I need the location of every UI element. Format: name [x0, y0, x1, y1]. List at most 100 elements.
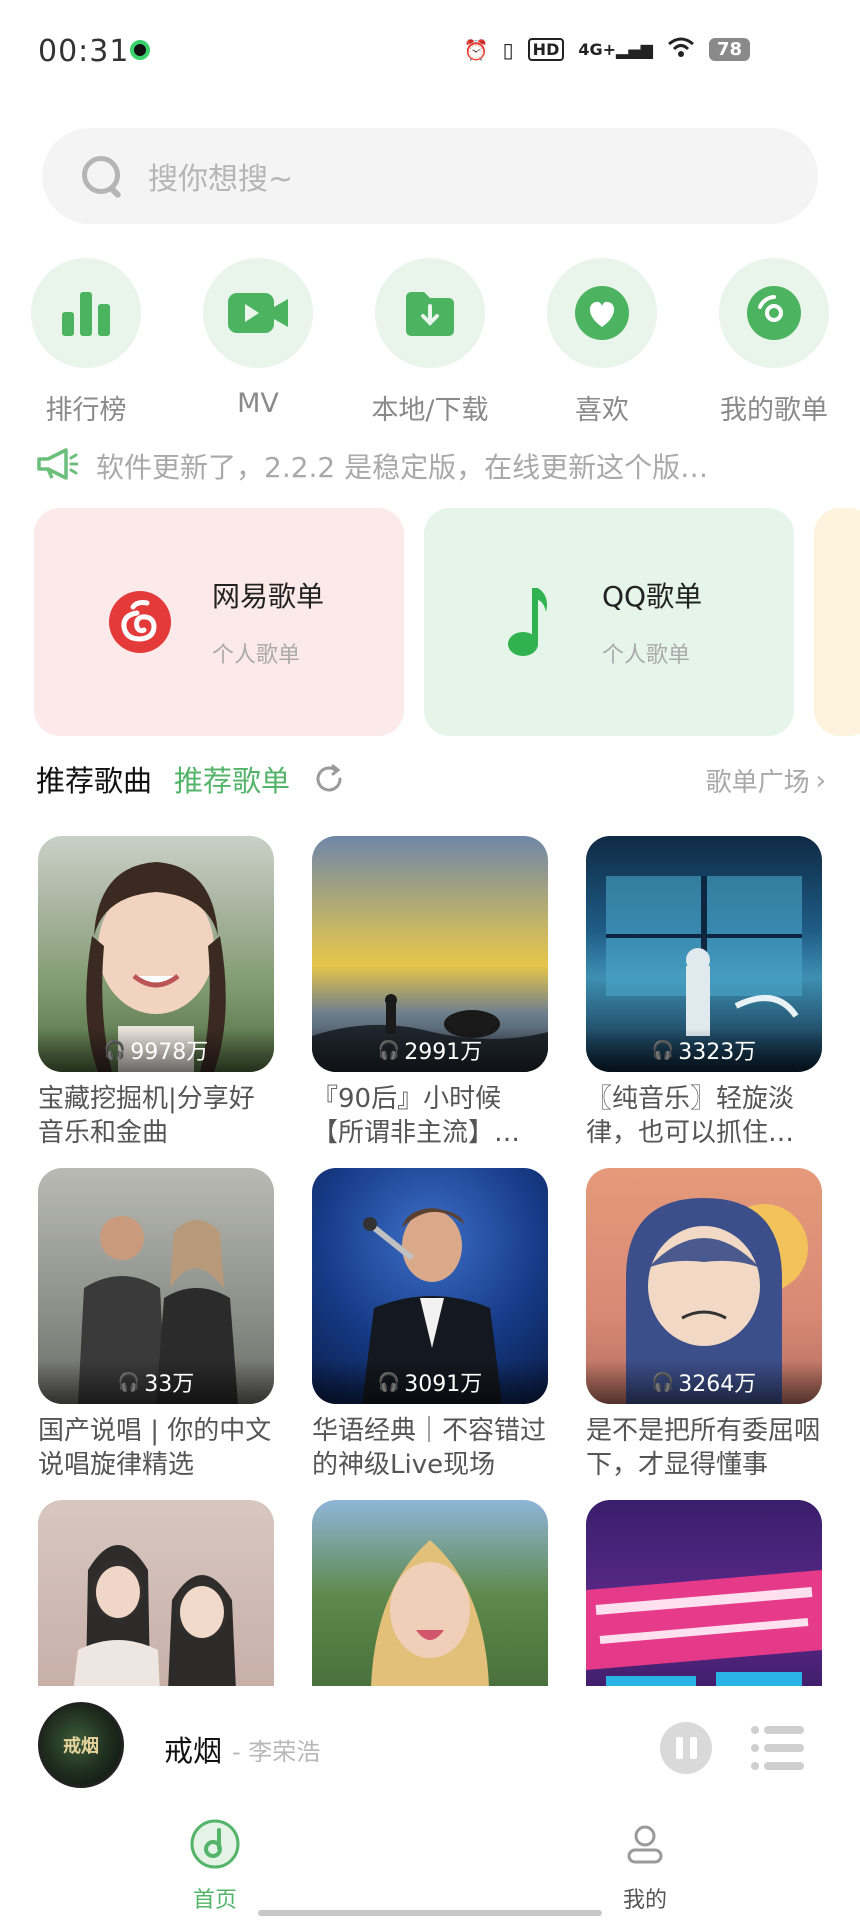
playlist-cover: 🎧 3264万: [586, 1168, 822, 1404]
headphones-icon: 🎧: [651, 1371, 675, 1393]
playlist-cover: [586, 1500, 822, 1686]
playlist-source-cards: 网易歌单 个人歌单 QQ歌单 个人歌单: [34, 508, 860, 736]
playlist-title: 国产说唱 | 你的中文说唱旋律精选: [38, 1416, 272, 1480]
megaphone-icon: [36, 447, 79, 485]
status-bar: 00:31 ⏰ ▯ HD 4G+▂▄▆ 78: [0, 0, 860, 100]
play-count: 🎧 3323万: [586, 1028, 822, 1072]
search-placeholder: 搜你想搜~: [148, 162, 294, 197]
play-count-value: 2991万: [404, 1040, 483, 1065]
recommend-section-header: 推荐歌曲 推荐歌单 歌单广场 ›: [36, 756, 826, 802]
netease-playlist-card[interactable]: 网易歌单 个人歌单: [34, 508, 404, 736]
headphones-icon: 🎧: [651, 1039, 675, 1061]
status-icons: ⏰ ▯ HD 4G+▂▄▆ 78: [464, 36, 750, 63]
netease-logo-icon: [100, 582, 180, 662]
headphones-icon: 🎧: [103, 1039, 127, 1061]
nav-label: 排行榜: [45, 395, 127, 426]
mini-player[interactable]: 戒烟 戒烟 - 李荣浩: [0, 1686, 860, 1802]
playlist-tile[interactable]: 🎧 9978万 宝藏挖掘机|分享好音乐和金曲: [38, 836, 274, 1150]
nav-item-my-playlists[interactable]: 我的歌单: [688, 258, 860, 427]
playlist-cover: 🎧 33万: [38, 1168, 274, 1404]
play-count: 🎧 2991万: [312, 1028, 548, 1072]
playlist-cover: [312, 1500, 548, 1686]
play-count: 🎧 9978万: [38, 1028, 274, 1072]
heart-icon: [547, 258, 657, 368]
nav-item-mv[interactable]: MV: [172, 258, 344, 419]
download-folder-icon: [375, 258, 485, 368]
tab-recommended-playlists[interactable]: 推荐歌单: [174, 758, 290, 800]
nav-label: 本地/下载: [371, 395, 489, 426]
search-bar[interactable]: 搜你想搜~: [42, 128, 818, 224]
playlist-tile[interactable]: [38, 1500, 274, 1686]
third-playlist-card-partial[interactable]: [814, 508, 860, 736]
bottom-navigation: 首页 我的: [0, 1806, 860, 1920]
playlist-queue-icon[interactable]: [750, 1724, 806, 1772]
playlist-title: 『90后』小时候【所谓非主流】…: [312, 1084, 521, 1148]
tab-mine-label: 我的: [622, 1888, 667, 1913]
now-playing-cover[interactable]: 戒烟: [38, 1702, 124, 1788]
music-note-icon: [490, 582, 570, 662]
playlist-cover: 🎧 3091万: [312, 1168, 548, 1404]
app-notification-icon: [130, 40, 150, 60]
vibrate-icon: ▯: [502, 37, 514, 62]
play-count-value: 3323万: [678, 1040, 757, 1065]
card-subtitle: 个人歌单: [602, 643, 691, 668]
search-icon: [80, 154, 124, 198]
refresh-icon[interactable]: [312, 762, 346, 796]
status-time: 00:31: [38, 34, 130, 69]
wifi-icon: [667, 36, 695, 63]
video-camera-icon: [203, 258, 313, 368]
playlist-cover: 🎧 3323万: [586, 836, 822, 1072]
square-link-label: 歌单广场: [705, 768, 810, 798]
playlist-tile[interactable]: 🎧 3091万 华语经典｜不容错过的神级Live现场: [312, 1168, 548, 1482]
headphones-icon: 🎧: [377, 1371, 401, 1393]
network-type: 4G+: [578, 40, 617, 59]
nav-label: 喜欢: [575, 395, 629, 426]
nav-item-favorites[interactable]: 喜欢: [516, 258, 688, 427]
playlist-tile[interactable]: 🎧 3323万 〖纯音乐〗轻旋淡律，也可以抓住…: [586, 836, 822, 1150]
cover-text: 戒烟: [63, 1736, 99, 1757]
nav-item-charts[interactable]: 排行榜: [0, 258, 172, 427]
chevron-right-icon: ›: [815, 765, 826, 796]
playlist-tile[interactable]: [586, 1500, 822, 1686]
play-count-value: 9978万: [130, 1040, 209, 1065]
playlist-title: 是不是把所有委屈咽下，才显得懂事: [586, 1416, 821, 1480]
playlist-tile[interactable]: 🎧 33万 国产说唱 | 你的中文说唱旋律精选: [38, 1168, 274, 1482]
tab-mine[interactable]: 我的: [585, 1818, 705, 1914]
recommended-playlist-grid: 🎧 9978万 宝藏挖掘机|分享好音乐和金曲 🎧 2991万 『90后』小时候【所谓…: [38, 836, 828, 1686]
playlist-cover: [38, 1500, 274, 1686]
quick-nav: 排行榜 MV 本地/下载 喜欢 我的歌单: [0, 258, 860, 426]
play-count-value: 3091万: [404, 1372, 483, 1397]
nav-item-local-download[interactable]: 本地/下载: [344, 258, 516, 427]
disc-icon: [719, 258, 829, 368]
tab-recommended-songs[interactable]: 推荐歌曲: [36, 758, 152, 800]
playlist-cover: 🎧 2991万: [312, 836, 548, 1072]
tab-home[interactable]: 首页: [155, 1818, 275, 1914]
qq-playlist-card[interactable]: QQ歌单 个人歌单: [424, 508, 794, 736]
user-icon: [619, 1825, 671, 1874]
playlist-tile[interactable]: 🎧 2991万 『90后』小时候【所谓非主流】…: [312, 836, 548, 1150]
card-title: 网易歌单: [212, 580, 325, 613]
pause-bar: [675, 1737, 683, 1759]
tab-home-label: 首页: [192, 1888, 237, 1913]
announcement-bar[interactable]: 软件更新了，2.2.2 是稳定版，在线更新这个版…: [36, 444, 826, 488]
headphones-icon: 🎧: [117, 1371, 141, 1393]
playlist-square-link[interactable]: 歌单广场 ›: [706, 762, 826, 799]
playlist-tile[interactable]: [312, 1500, 548, 1686]
playlist-title: 华语经典｜不容错过的神级Live现场: [312, 1416, 547, 1480]
now-playing-artist: - 李荣浩: [232, 1738, 321, 1766]
play-count-value: 33万: [144, 1372, 195, 1397]
playlist-title: 〖纯音乐〗轻旋淡律，也可以抓住…: [586, 1084, 795, 1148]
hd-badge: HD: [527, 38, 565, 61]
pause-button[interactable]: [660, 1722, 712, 1774]
now-playing-song: 戒烟: [164, 1734, 223, 1768]
card-title: QQ歌单: [602, 580, 703, 613]
battery-level: 78: [708, 38, 750, 61]
nav-label: MV: [237, 388, 279, 419]
nav-label: 我的歌单: [720, 395, 828, 426]
play-count: 🎧 33万: [38, 1360, 274, 1404]
play-count: 🎧 3091万: [312, 1360, 548, 1404]
playlist-tile[interactable]: 🎧 3264万 是不是把所有委屈咽下，才显得懂事: [586, 1168, 822, 1482]
home-indicator[interactable]: [258, 1910, 602, 1916]
pause-bar: [689, 1737, 697, 1759]
home-disc-icon: [189, 1819, 241, 1874]
